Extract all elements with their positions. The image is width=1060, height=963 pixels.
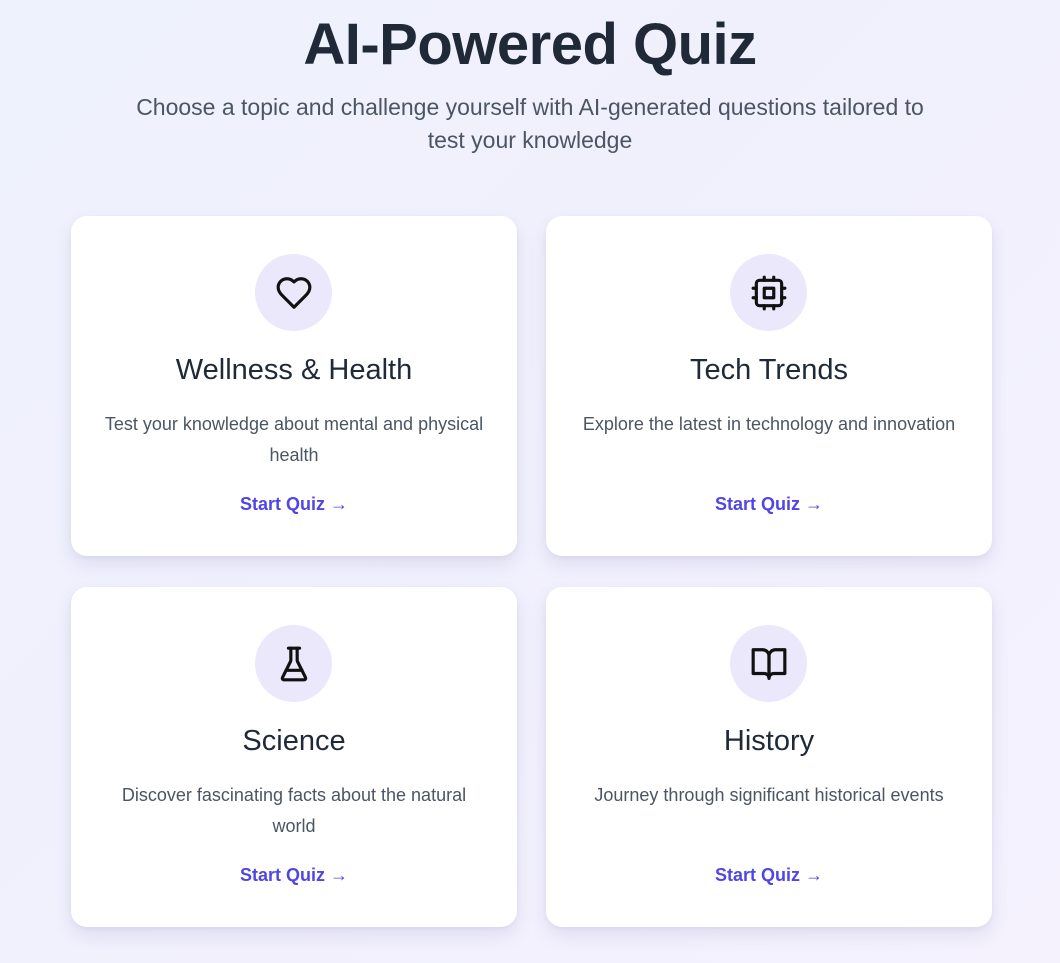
card-description: Discover fascinating facts about the nat… <box>121 785 467 836</box>
card-description: Test your knowledge about mental and phy… <box>104 414 484 465</box>
topic-card-wellness-health[interactable]: Wellness & Health Test your knowledge ab… <box>71 216 517 556</box>
topic-card-science[interactable]: Science Discover fascinating facts about… <box>71 587 517 927</box>
card-title: Tech Trends <box>690 354 848 386</box>
card-title: History <box>723 725 815 757</box>
card-title: Wellness & Health <box>175 354 413 386</box>
page-title: AI-Powered Quiz <box>303 12 757 77</box>
start-quiz-link-history[interactable]: Start Quiz → <box>546 862 992 888</box>
start-quiz-link-tech-trends[interactable]: Start Quiz → <box>546 491 992 517</box>
open-book-icon <box>730 625 807 702</box>
page-subtitle: Choose a topic and challenge yourself wi… <box>136 94 924 153</box>
cpu-chip-icon <box>730 254 807 331</box>
card-description: Explore the latest in technology and inn… <box>582 414 956 434</box>
heart-icon <box>255 254 332 331</box>
flask-icon <box>255 625 332 702</box>
start-quiz-link-wellness-health[interactable]: Start Quiz → <box>71 491 517 517</box>
start-quiz-link-science[interactable]: Start Quiz → <box>71 862 517 888</box>
card-description: Journey through significant historical e… <box>594 785 944 805</box>
topic-card-tech-trends[interactable]: Tech Trends Explore the latest in techno… <box>546 216 992 556</box>
card-title: Science <box>242 725 346 757</box>
topic-card-history[interactable]: History Journey through significant hist… <box>546 587 992 927</box>
